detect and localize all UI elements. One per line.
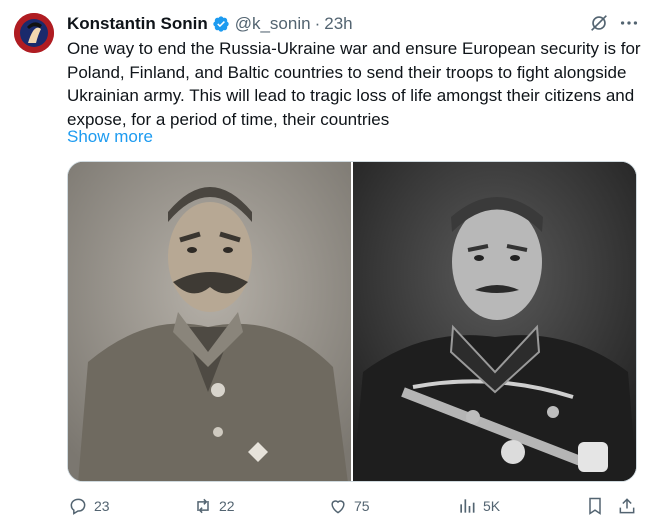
tweet-text: One way to end the Russia-Ukraine war an…: [67, 39, 641, 129]
reply-count: 23: [94, 498, 110, 514]
grok-icon[interactable]: [588, 12, 610, 34]
tweet-timestamp[interactable]: 23h: [324, 14, 352, 34]
photo-right[interactable]: [353, 162, 636, 481]
share-button[interactable]: [617, 492, 637, 520]
show-more-link[interactable]: Show more: [67, 127, 153, 147]
tweet[interactable]: Konstantin Sonin @k_sonin · 23h One way …: [0, 0, 656, 532]
more-options-icon[interactable]: [618, 12, 640, 34]
heart-icon: [331, 500, 345, 514]
reply-icon: [70, 498, 86, 515]
tweet-header: Konstantin Sonin @k_sonin · 23h: [67, 13, 353, 35]
repost-count: 22: [219, 498, 235, 514]
portrait-photo-officer-uniform-bw: [353, 162, 636, 481]
repost-icon: [197, 498, 209, 514]
portrait-photo-mustached-officer-sepia: [68, 162, 351, 481]
like-button[interactable]: 75: [328, 492, 370, 520]
bookmark-icon: [589, 497, 601, 515]
repost-button[interactable]: 22: [193, 492, 235, 520]
avatar[interactable]: [14, 13, 54, 53]
views-button[interactable]: 5K: [457, 492, 500, 520]
share-icon: [619, 498, 635, 514]
author-handle[interactable]: @k_sonin: [235, 14, 311, 34]
views-count: 5K: [483, 498, 501, 514]
author-name[interactable]: Konstantin Sonin: [67, 14, 208, 34]
like-count: 75: [354, 498, 370, 514]
separator-dot: ·: [314, 14, 321, 33]
action-bar: 23 22 75 5K: [0, 492, 656, 520]
analytics-icon: [460, 499, 475, 513]
photo-left[interactable]: [68, 162, 351, 481]
verified-badge-icon: [212, 15, 230, 33]
bookmark-button[interactable]: [585, 492, 605, 520]
reply-button[interactable]: 23: [68, 492, 110, 520]
media-grid: [67, 161, 637, 482]
